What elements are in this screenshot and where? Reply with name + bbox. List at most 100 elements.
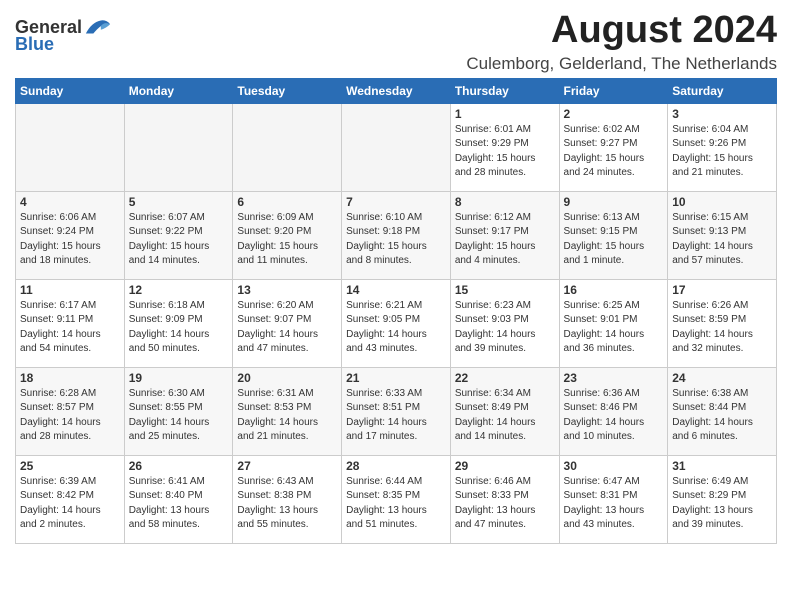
day-number: 28: [346, 459, 446, 473]
column-header-monday: Monday: [124, 78, 233, 103]
day-info: Sunrise: 6:36 AM Sunset: 8:46 PM Dayligh…: [564, 387, 664, 445]
day-info: Sunrise: 6:33 AM Sunset: 8:51 PM Dayligh…: [346, 387, 446, 445]
calendar-cell: 31 Sunrise: 6:49 AM Sunset: 8:29 PM Dayli…: [668, 455, 777, 543]
day-number: 27: [237, 459, 337, 473]
day-info: Sunrise: 6:15 AM Sunset: 9:13 PM Dayligh…: [672, 211, 772, 269]
calendar-cell: 1Sunrise: 6:01 AM Sunset: 9:29 PM Daylig…: [450, 103, 559, 191]
day-number: 15: [455, 283, 555, 297]
calendar-table: SundayMondayTuesdayWednesdayThursdayFrid…: [15, 78, 777, 544]
calendar-cell: 23 Sunrise: 6:36 AM Sunset: 8:46 PM Dayli…: [559, 367, 668, 455]
day-number: 5: [129, 195, 229, 209]
calendar-cell: 26 Sunrise: 6:41 AM Sunset: 8:40 PM Dayli…: [124, 455, 233, 543]
column-header-sunday: Sunday: [16, 78, 125, 103]
calendar-cell: 29 Sunrise: 6:46 AM Sunset: 8:33 PM Dayli…: [450, 455, 559, 543]
day-info: Sunrise: 6:49 AM Sunset: 8:29 PM Dayligh…: [672, 475, 772, 533]
calendar-cell: 12 Sunrise: 6:18 AM Sunset: 9:09 PM Dayli…: [124, 279, 233, 367]
day-number: 3: [672, 107, 772, 121]
day-info: Sunrise: 6:07 AM Sunset: 9:22 PM Dayligh…: [129, 211, 229, 269]
day-number: 23: [564, 371, 664, 385]
day-info: Sunrise: 6:23 AM Sunset: 9:03 PM Dayligh…: [455, 299, 555, 357]
calendar-cell: 13 Sunrise: 6:20 AM Sunset: 9:07 PM Dayli…: [233, 279, 342, 367]
calendar-cell: 9Sunrise: 6:13 AM Sunset: 9:15 PM Daylig…: [559, 191, 668, 279]
calendar-cell: 18 Sunrise: 6:28 AM Sunset: 8:57 PM Dayli…: [16, 367, 125, 455]
day-number: 8: [455, 195, 555, 209]
day-number: 20: [237, 371, 337, 385]
column-header-friday: Friday: [559, 78, 668, 103]
day-info: Sunrise: 6:09 AM Sunset: 9:20 PM Dayligh…: [237, 211, 337, 269]
week-row-4: 18 Sunrise: 6:28 AM Sunset: 8:57 PM Dayli…: [16, 367, 777, 455]
week-row-3: 11Sunrise: 6:17 AM Sunset: 9:11 PM Dayli…: [16, 279, 777, 367]
day-number: 6: [237, 195, 337, 209]
day-info: Sunrise: 6:21 AM Sunset: 9:05 PM Dayligh…: [346, 299, 446, 357]
day-number: 2: [564, 107, 664, 121]
day-number: 17: [672, 283, 772, 297]
month-title: August 2024: [466, 10, 777, 52]
day-info: Sunrise: 6:20 AM Sunset: 9:07 PM Dayligh…: [237, 299, 337, 357]
calendar-cell: 7 Sunrise: 6:10 AM Sunset: 9:18 PM Daylig…: [342, 191, 451, 279]
day-number: 24: [672, 371, 772, 385]
logo: General Blue: [15, 10, 112, 55]
day-number: 29: [455, 459, 555, 473]
day-info: Sunrise: 6:46 AM Sunset: 8:33 PM Dayligh…: [455, 475, 555, 533]
day-info: Sunrise: 6:38 AM Sunset: 8:44 PM Dayligh…: [672, 387, 772, 445]
calendar-cell: 19Sunrise: 6:30 AM Sunset: 8:55 PM Dayli…: [124, 367, 233, 455]
title-area: August 2024 Culemborg, Gelderland, The N…: [466, 10, 777, 74]
calendar-cell: 27 Sunrise: 6:43 AM Sunset: 8:38 PM Dayli…: [233, 455, 342, 543]
day-number: 10: [672, 195, 772, 209]
day-info: Sunrise: 6:39 AM Sunset: 8:42 PM Dayligh…: [20, 475, 120, 533]
day-info: Sunrise: 6:43 AM Sunset: 8:38 PM Dayligh…: [237, 475, 337, 533]
header-row: SundayMondayTuesdayWednesdayThursdayFrid…: [16, 78, 777, 103]
calendar-cell: [16, 103, 125, 191]
day-number: 14: [346, 283, 446, 297]
logo-blue-text: Blue: [15, 34, 54, 55]
calendar-cell: 8 Sunrise: 6:12 AM Sunset: 9:17 PM Daylig…: [450, 191, 559, 279]
calendar-cell: 21 Sunrise: 6:33 AM Sunset: 8:51 PM Dayli…: [342, 367, 451, 455]
day-info: Sunrise: 6:13 AM Sunset: 9:15 PM Dayligh…: [564, 211, 664, 269]
day-number: 26: [129, 459, 229, 473]
day-info: Sunrise: 6:26 AM Sunset: 8:59 PM Dayligh…: [672, 299, 772, 357]
day-number: 16: [564, 283, 664, 297]
calendar-cell: 2 Sunrise: 6:02 AM Sunset: 9:27 PM Daylig…: [559, 103, 668, 191]
calendar-cell: 25 Sunrise: 6:39 AM Sunset: 8:42 PM Dayli…: [16, 455, 125, 543]
day-number: 30: [564, 459, 664, 473]
column-header-tuesday: Tuesday: [233, 78, 342, 103]
calendar-cell: 15 Sunrise: 6:23 AM Sunset: 9:03 PM Dayli…: [450, 279, 559, 367]
location-title: Culemborg, Gelderland, The Netherlands: [466, 54, 777, 74]
day-number: 22: [455, 371, 555, 385]
day-info: Sunrise: 6:04 AM Sunset: 9:26 PM Dayligh…: [672, 123, 772, 181]
day-number: 12: [129, 283, 229, 297]
day-info: Sunrise: 6:31 AM Sunset: 8:53 PM Dayligh…: [237, 387, 337, 445]
day-info: Sunrise: 6:47 AM Sunset: 8:31 PM Dayligh…: [564, 475, 664, 533]
day-info: Sunrise: 6:10 AM Sunset: 9:18 PM Dayligh…: [346, 211, 446, 269]
day-info: Sunrise: 6:18 AM Sunset: 9:09 PM Dayligh…: [129, 299, 229, 357]
calendar-cell: 30 Sunrise: 6:47 AM Sunset: 8:31 PM Dayli…: [559, 455, 668, 543]
day-number: 13: [237, 283, 337, 297]
day-number: 18: [20, 371, 120, 385]
logo-bird-icon: [84, 16, 112, 38]
column-header-saturday: Saturday: [668, 78, 777, 103]
day-info: Sunrise: 6:12 AM Sunset: 9:17 PM Dayligh…: [455, 211, 555, 269]
calendar-cell: 6 Sunrise: 6:09 AM Sunset: 9:20 PM Daylig…: [233, 191, 342, 279]
day-info: Sunrise: 6:41 AM Sunset: 8:40 PM Dayligh…: [129, 475, 229, 533]
day-info: Sunrise: 6:02 AM Sunset: 9:27 PM Dayligh…: [564, 123, 664, 181]
week-row-1: 1Sunrise: 6:01 AM Sunset: 9:29 PM Daylig…: [16, 103, 777, 191]
week-row-5: 25 Sunrise: 6:39 AM Sunset: 8:42 PM Dayli…: [16, 455, 777, 543]
day-info: Sunrise: 6:28 AM Sunset: 8:57 PM Dayligh…: [20, 387, 120, 445]
calendar-cell: [124, 103, 233, 191]
day-number: 4: [20, 195, 120, 209]
calendar-cell: 20 Sunrise: 6:31 AM Sunset: 8:53 PM Dayli…: [233, 367, 342, 455]
day-info: Sunrise: 6:44 AM Sunset: 8:35 PM Dayligh…: [346, 475, 446, 533]
calendar-cell: 22Sunrise: 6:34 AM Sunset: 8:49 PM Dayli…: [450, 367, 559, 455]
day-number: 25: [20, 459, 120, 473]
day-number: 21: [346, 371, 446, 385]
calendar-cell: 11Sunrise: 6:17 AM Sunset: 9:11 PM Dayli…: [16, 279, 125, 367]
calendar-cell: 16 Sunrise: 6:25 AM Sunset: 9:01 PM Dayli…: [559, 279, 668, 367]
calendar-cell: 5 Sunrise: 6:07 AM Sunset: 9:22 PM Daylig…: [124, 191, 233, 279]
calendar-cell: [342, 103, 451, 191]
day-info: Sunrise: 6:06 AM Sunset: 9:24 PM Dayligh…: [20, 211, 120, 269]
day-info: Sunrise: 6:17 AM Sunset: 9:11 PM Dayligh…: [20, 299, 120, 357]
day-info: Sunrise: 6:25 AM Sunset: 9:01 PM Dayligh…: [564, 299, 664, 357]
day-number: 31: [672, 459, 772, 473]
day-number: 7: [346, 195, 446, 209]
calendar-cell: 3 Sunrise: 6:04 AM Sunset: 9:26 PM Daylig…: [668, 103, 777, 191]
